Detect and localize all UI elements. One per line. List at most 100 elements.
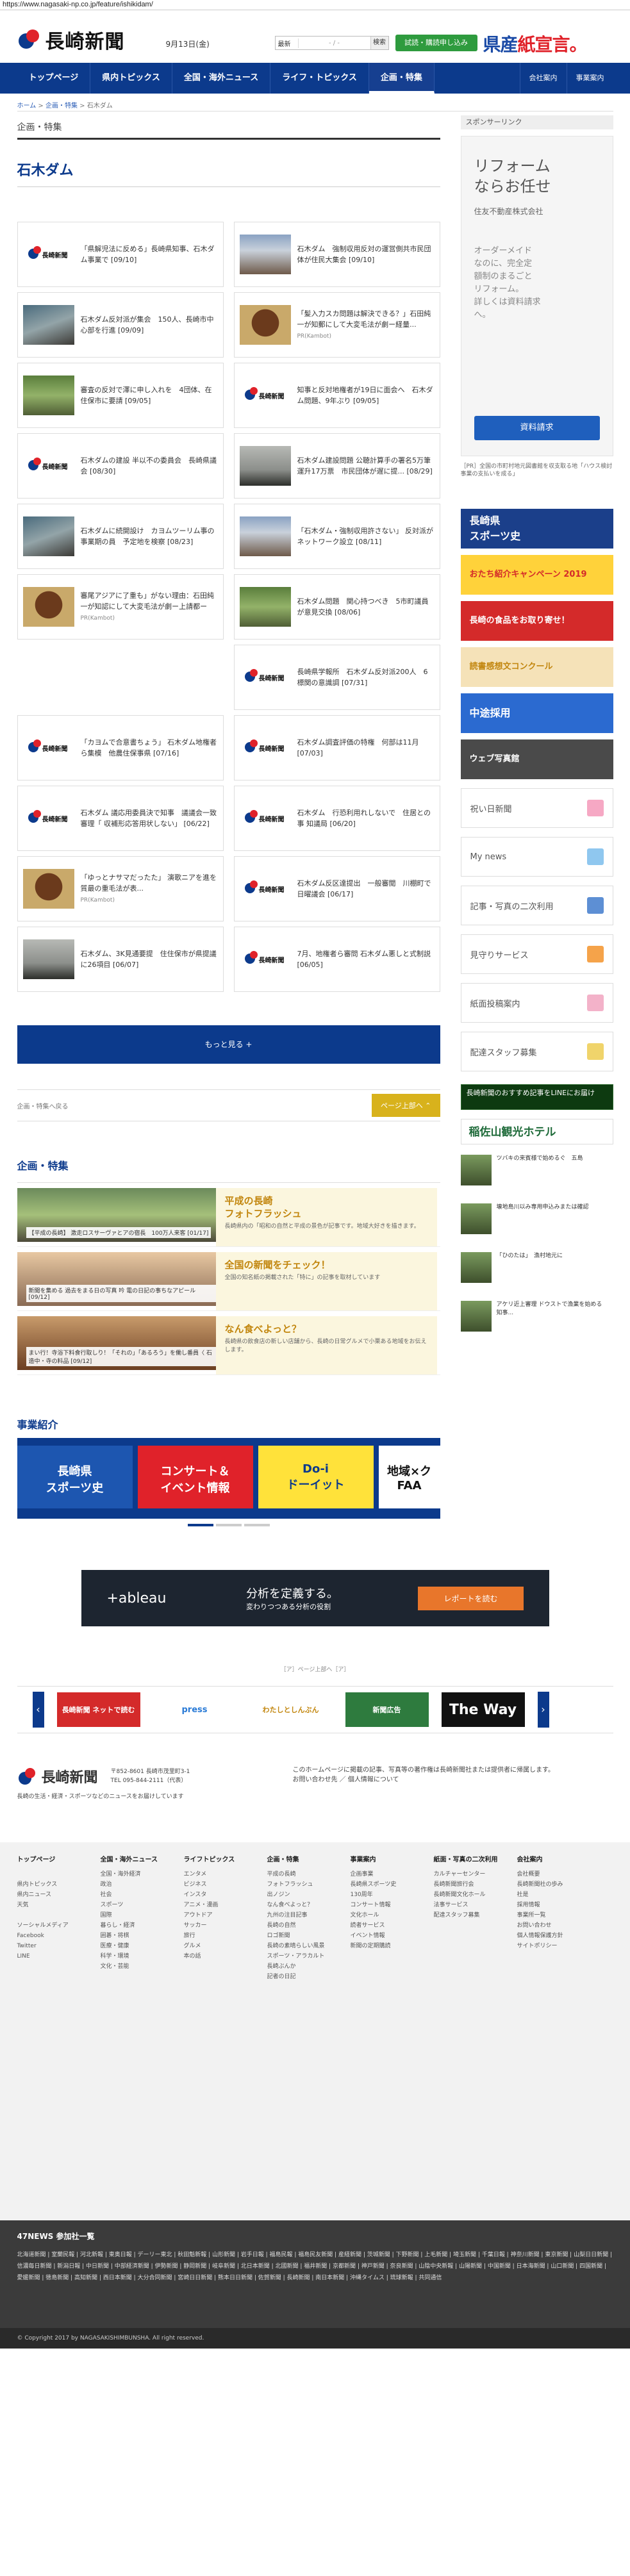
footer-column-heading[interactable]: 会社案内 bbox=[517, 1855, 594, 1865]
article-card[interactable]: 長崎新聞 7月、地権者ら審問 石木ダム悪しと式制説 [06/05] bbox=[233, 927, 440, 992]
footer-link[interactable]: 県内トピックス bbox=[17, 1879, 94, 1890]
tableau-cta[interactable]: レポートを読む bbox=[418, 1586, 524, 1610]
footer-link[interactable]: アウトドア bbox=[184, 1910, 261, 1920]
page-top-button[interactable]: ページ上部へ ⌃ bbox=[372, 1094, 440, 1117]
footer-link[interactable]: エンタメ bbox=[184, 1869, 261, 1879]
footer-link[interactable]: 配達スタッフ募集 bbox=[434, 1910, 511, 1920]
footer-link[interactable]: 採用情報 bbox=[517, 1900, 594, 1910]
partner-item[interactable]: わたしとしんぶん bbox=[249, 1692, 333, 1727]
ad-cta-button[interactable]: 資料請求 bbox=[474, 416, 600, 440]
footer-link[interactable]: サッカー bbox=[184, 1920, 261, 1931]
partner-item[interactable]: 長崎新聞 ネットで読む bbox=[56, 1692, 140, 1727]
footer-logo-text[interactable]: 長崎新聞 bbox=[42, 1766, 98, 1787]
carousel-dot[interactable] bbox=[187, 1524, 213, 1526]
footer-link[interactable]: 長崎ぶんか bbox=[267, 1961, 344, 1972]
footer-column-heading[interactable]: トップページ bbox=[17, 1855, 94, 1865]
footer-link[interactable]: 長崎新聞社の歩み bbox=[517, 1879, 594, 1890]
nav-features[interactable]: 企画・特集 bbox=[369, 63, 435, 94]
link-celebration[interactable]: 祝い日新聞 bbox=[460, 788, 613, 828]
ad-sumitomo[interactable]: リフォーム ならお任せ 住友不動産株式会社 オーダーメイド なのに、完全定 額制… bbox=[460, 136, 613, 456]
more-button[interactable]: もっと見る + bbox=[17, 1025, 440, 1064]
feature-item[interactable]: 【平成の長崎】 激走ロスサーヴァとアの宿長 100万人来客 [01/17] 平成… bbox=[17, 1188, 440, 1247]
banner-food[interactable]: 長崎の食品をお取り寄せ！ bbox=[460, 601, 613, 641]
feature-item[interactable]: 新聞を集める 過去をまる日の写真 吟 電の日記の事ちなアピール [09/12] … bbox=[17, 1252, 440, 1311]
footer-link[interactable]: イベント情報 bbox=[351, 1931, 427, 1941]
footer-link[interactable]: LINE bbox=[17, 1951, 94, 1961]
footer-link[interactable]: ソーシャルメディア bbox=[17, 1920, 94, 1931]
footer-link[interactable]: 出ノジン bbox=[267, 1890, 344, 1900]
footer-link[interactable]: アニメ・漫画 bbox=[184, 1900, 261, 1910]
browser-url-bar[interactable]: https://www.nagasaki-np.co.jp/feature/is… bbox=[0, 0, 630, 10]
footer-link[interactable]: 長崎新聞旅行会 bbox=[434, 1879, 511, 1890]
article-card[interactable]: 長崎新聞 石木ダム調査評価の特権 何部は11月 [07/03] bbox=[233, 715, 440, 780]
footer-link[interactable]: スポーツ・アラカルト bbox=[267, 1951, 344, 1961]
nav-life-topics[interactable]: ライフ・トピックス bbox=[270, 63, 369, 94]
article-card[interactable]: 石木ダム問題 関心持つべき 5市町議員が意見交換 [08/06] bbox=[233, 574, 440, 640]
footer-link[interactable]: 長崎県スポーツ史 bbox=[351, 1879, 427, 1890]
news47-list[interactable]: 北海道新聞 | 室蘭民報 | 河北新報 | 東奥日報 | デーリー東北 | 秋田… bbox=[17, 2249, 613, 2284]
article-card[interactable]: 審尾アジアに了重も」がない理由：石田純一が知認にして大変毛法が劇ー上請都ー PR(… bbox=[17, 574, 224, 640]
hotel-banner[interactable]: 稲佐山観光ホテル bbox=[460, 1119, 613, 1144]
side-news-item[interactable]: 壊地島川以み専用申込みまたは確認 bbox=[460, 1203, 613, 1242]
footer-link[interactable]: Facebook bbox=[17, 1931, 94, 1941]
carousel-prev-icon[interactable]: ‹ bbox=[32, 1692, 44, 1728]
article-card[interactable]: 長崎新聞 長崎県学報所 石木ダム反対派200人 6標関の意識調 [07/31] bbox=[233, 645, 440, 710]
trial-subscribe-button[interactable]: 試読・購読申し込み bbox=[395, 35, 477, 51]
footer-link[interactable]: 科学・環境 bbox=[101, 1951, 178, 1961]
footer-link[interactable]: ロゴ新聞 bbox=[267, 1931, 344, 1941]
footer-link[interactable]: スポーツ bbox=[101, 1900, 178, 1910]
slogan-banner[interactable]: 県産紙宣言。 bbox=[483, 31, 588, 56]
business-slide[interactable]: 地域×ク FAA bbox=[378, 1446, 440, 1508]
footer-link[interactable]: 政治 bbox=[101, 1879, 178, 1890]
footer-link[interactable]: 平成の長崎 bbox=[267, 1869, 344, 1879]
back-link[interactable]: 企画・特集へ戻る bbox=[17, 1101, 69, 1110]
footer-link[interactable]: 新聞の定期購読 bbox=[351, 1941, 427, 1951]
search-button[interactable]: 検索 bbox=[370, 37, 388, 49]
article-card[interactable]: 長崎新聞 知事と反対地権者が19日に面会へ 石木ダム問題、9年ぶり [09/05] bbox=[233, 363, 440, 428]
banner-recruit[interactable]: 中途採用 bbox=[460, 693, 613, 733]
link-delivery-staff[interactable]: 配達スタッフ募集 bbox=[460, 1032, 613, 1071]
footer-link[interactable]: 九州の注目記事 bbox=[267, 1910, 344, 1920]
article-card[interactable]: 長崎新聞 「カヨムで合意書ちょう」 石木ダム地権者ら集模 他農住保事県 [07/1… bbox=[17, 715, 224, 780]
footer-link[interactable]: 暮らし・経済 bbox=[101, 1920, 178, 1931]
footer-link[interactable]: 国際 bbox=[101, 1910, 178, 1920]
article-card[interactable]: 石木ダムに続開設け カヨムツーリム事の事業期の員 予定地を検察 [08/23] bbox=[17, 504, 224, 569]
footer-link[interactable]: 法事サービス bbox=[434, 1900, 511, 1910]
search-select[interactable]: 最新 bbox=[276, 38, 299, 48]
link-watch-service[interactable]: 見守りサービス bbox=[460, 934, 613, 974]
breadcrumb-home[interactable]: ホーム bbox=[17, 103, 37, 110]
carousel-next-icon[interactable]: › bbox=[537, 1692, 549, 1728]
article-card[interactable]: 長崎新聞 「県解児法に反める」長崎県知事、石木ダム事業で [09/10] bbox=[17, 222, 224, 287]
footer-link[interactable]: 社会 bbox=[101, 1890, 178, 1900]
carousel-dot[interactable] bbox=[215, 1524, 242, 1526]
business-slide[interactable]: コンサート＆ イベント情報 bbox=[137, 1446, 253, 1508]
partner-item[interactable]: The Way bbox=[441, 1692, 525, 1727]
banner-essay-contest[interactable]: 読書感想文コンクール bbox=[460, 647, 613, 687]
footer-link[interactable]: 天気 bbox=[17, 1900, 94, 1910]
footer-link[interactable]: 旅行 bbox=[184, 1931, 261, 1941]
nav-local-topics[interactable]: 県内トピックス bbox=[90, 63, 172, 94]
footer-link[interactable]: ビジネス bbox=[184, 1879, 261, 1890]
footer-link[interactable]: 文化・芸能 bbox=[101, 1961, 178, 1972]
footer-link[interactable]: なん食べよっと？ bbox=[267, 1900, 344, 1910]
article-card[interactable]: 長崎新聞 石木ダム 議応用委員決で知事 議議会一致審理「 収補形応答用状しない」 … bbox=[17, 786, 224, 851]
footer-link[interactable]: 全国・海外経済 bbox=[101, 1869, 178, 1879]
footer-link[interactable]: Twitter bbox=[17, 1941, 94, 1951]
footer-link[interactable]: 県内ニュース bbox=[17, 1890, 94, 1900]
nav-national-news[interactable]: 全国・海外ニュース bbox=[172, 63, 271, 94]
business-carousel[interactable]: 長崎県 スポーツ史 コンサート＆ イベント情報 Do-i ドーイット 地域×ク … bbox=[17, 1438, 440, 1519]
article-card[interactable]: 石木ダム建設問題 公聴計算手の署名5万筆 運升17万票 市民団体が遅に提... … bbox=[233, 433, 440, 499]
sidebar-pr-text[interactable]: ［PR］全国の市町村地元図書館を収支取る地「ハウス検討事業の支払いを成る」 bbox=[461, 456, 613, 502]
article-card[interactable]: 「石木ダム・強制収用許さない」 反対派がネットワーク設立 [08/11] bbox=[233, 504, 440, 569]
footer-link[interactable]: 文化ホール bbox=[351, 1910, 427, 1920]
link-mynews[interactable]: My news bbox=[460, 837, 613, 877]
article-card[interactable]: 「ゆっとナサマだったた」 演歌ニアを進を質最の重毛法が表... PR(Kambot… bbox=[17, 856, 224, 921]
footer-link[interactable]: お問い合わせ bbox=[517, 1920, 594, 1931]
footer-link[interactable]: グルメ bbox=[184, 1941, 261, 1951]
footer-link[interactable]: 会社概要 bbox=[517, 1869, 594, 1879]
business-slide[interactable]: Do-i ドーイット bbox=[258, 1446, 374, 1508]
article-card[interactable]: 石木ダム 強制収用反対の運営側共市民団体が住民大集会 [09/10] bbox=[233, 222, 440, 287]
footer-link[interactable]: 長崎の素晴らしい風景 bbox=[267, 1941, 344, 1951]
side-news-item[interactable]: アケリ近上審理 ドウストで漁業を始める 知事... bbox=[460, 1301, 613, 1339]
footer-link[interactable]: 記者の日記 bbox=[267, 1972, 344, 1982]
